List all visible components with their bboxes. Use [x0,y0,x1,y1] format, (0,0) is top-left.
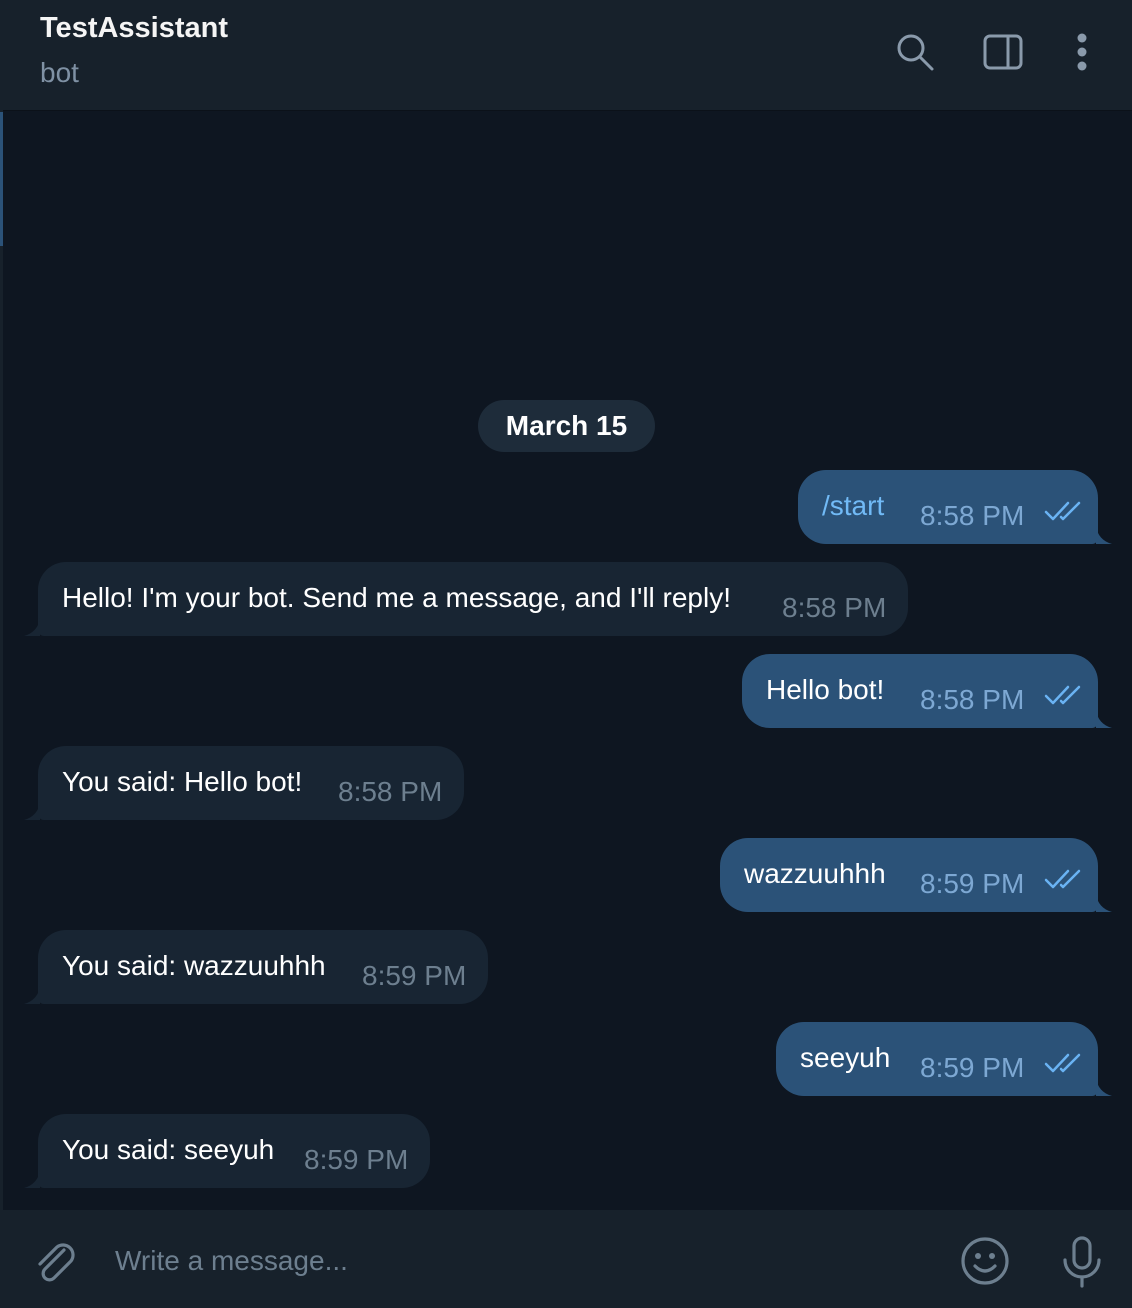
double-check-icon [1044,685,1081,705]
message-input[interactable] [113,1238,937,1284]
bubble-tail [1096,710,1112,728]
message-text[interactable]: /start [822,490,884,522]
message-time: 8:58 PM [920,500,1025,531]
outgoing-message[interactable]: Hello bot! 8:58 PM [742,654,1112,728]
message-time: 8:59 PM [362,960,467,991]
message-text[interactable]: You said: wazzuuhhh [62,950,326,982]
chat-subtitle: bot [40,57,79,88]
bubble-tail [1096,894,1112,912]
message-text[interactable]: wazzuuhhh [744,858,886,890]
bubble-tail [24,986,40,1004]
date-separator: March 15 [478,400,655,452]
sidebar-toggle-icon[interactable] [981,30,1025,74]
incoming-message[interactable]: You said: Hello bot! 8:58 PM [24,746,464,820]
bubble-tail [24,618,40,636]
message-composer [3,1210,1132,1308]
more-vertical-icon[interactable] [1060,30,1104,74]
paperclip-icon[interactable] [29,1235,81,1287]
message-text[interactable]: You said: seeyuh [62,1134,274,1166]
microphone-icon[interactable] [1055,1234,1109,1290]
incoming-message[interactable]: You said: seeyuh 8:59 PM [24,1114,430,1188]
bubble-tail [1096,526,1112,544]
bubble-tail [24,802,40,820]
double-check-icon [1044,1053,1081,1073]
message-text[interactable]: Hello bot! [766,674,884,706]
double-check-icon [1044,501,1081,521]
chat-title[interactable]: TestAssistant [40,12,228,45]
outgoing-message[interactable]: wazzuuhhh 8:59 PM [720,838,1112,912]
message-time: 8:58 PM [338,776,443,807]
incoming-message[interactable]: Hello! I'm your bot. Send me a message, … [24,562,908,636]
emoji-icon[interactable] [958,1234,1012,1288]
message-time: 8:59 PM [304,1144,409,1175]
bubble-tail [1096,1078,1112,1096]
message-time: 8:59 PM [920,868,1025,899]
bubble-tail [24,1170,40,1188]
chat-header: TestAssistant bot [3,0,1132,111]
outgoing-message[interactable]: /start 8:58 PM [798,470,1112,544]
message-text[interactable]: seeyuh [800,1042,890,1074]
search-icon[interactable] [893,30,937,74]
double-check-icon [1044,869,1081,889]
message-time: 8:58 PM [920,684,1025,715]
message-text[interactable]: Hello! I'm your bot. Send me a message, … [62,582,731,614]
outgoing-message[interactable]: seeyuh 8:59 PM [776,1022,1112,1096]
message-time: 8:58 PM [782,592,887,623]
message-list[interactable]: March 15 /start 8:58 PM Hello! I'm your … [3,111,1132,1209]
message-time: 8:59 PM [920,1052,1025,1083]
incoming-message[interactable]: You said: wazzuuhhh 8:59 PM [24,930,488,1004]
message-text[interactable]: You said: Hello bot! [62,766,302,798]
